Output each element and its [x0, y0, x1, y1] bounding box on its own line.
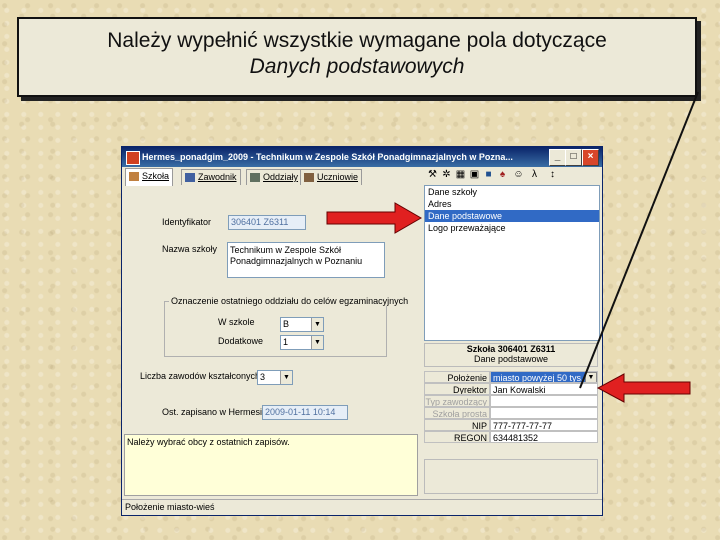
instruction-callout: Należy wypełnić wszystkie wymagane pola …: [17, 17, 697, 97]
tab-szkola-label: Szkoła: [142, 171, 170, 181]
tab-oddzialy[interactable]: Oddziały: [246, 169, 303, 185]
ost-zapis-field[interactable]: 2009-01-11 10:14: [262, 405, 348, 420]
message-box: Należy wybrać obcy z ostatnich zapisów.: [124, 434, 418, 496]
callout-line-2: Danych podstawowych: [249, 55, 465, 78]
prop-label: Szkoła prosta: [424, 407, 490, 419]
ost-zapis-label: Ost. zapisano w Hermesie: [162, 407, 268, 417]
tab-szkola[interactable]: Szkoła: [125, 168, 174, 186]
szkola-field: [490, 407, 598, 419]
tab-zawodnik-label: Zawodnik: [198, 172, 237, 182]
person-icon[interactable]: ☺: [513, 169, 524, 180]
liczba-zawodow-value: 3: [260, 372, 266, 382]
title-bar: Hermes_ponadgim_2009 - Technikum w Zespo…: [122, 147, 602, 167]
identyfikator-field[interactable]: 306401 Z6311: [228, 215, 306, 230]
regon-field[interactable]: 634481352: [490, 431, 598, 443]
dodatkowe-value: 1: [283, 337, 289, 347]
window-title: Hermes_ponadgim_2009 - Technikum w Zespo…: [142, 152, 513, 162]
tab-uczniowie-label: Uczniowie: [317, 172, 359, 182]
book-icon: [185, 173, 195, 182]
chevron-down-icon: ▼: [311, 318, 323, 331]
save-icon[interactable]: ■: [483, 169, 494, 180]
prop-label: NIP: [424, 419, 490, 431]
w-szkole-label: W szkole: [218, 317, 255, 327]
nip-field[interactable]: 777-777-77-77: [490, 419, 598, 431]
nazwa-szkoly-field[interactable]: Technikum w Zespole Szkół Ponadgimnazjal…: [227, 242, 385, 278]
liczba-zawodow-label: Liczba zawodów kształconych: [140, 371, 261, 381]
prop-label: Położenie: [424, 371, 490, 383]
pointer-line: [579, 91, 699, 389]
arrow-right-icon: [326, 202, 423, 234]
w-szkole-select[interactable]: B ▼: [280, 317, 324, 332]
liczba-zawodow-select[interactable]: 3 ▼: [257, 370, 293, 385]
tab-oddzialy-label: Oddziały: [263, 172, 299, 182]
binoculars-icon[interactable]: ♠: [497, 169, 508, 180]
exam-group-caption: Oznaczenie ostatniego oddziału do celów …: [169, 296, 411, 306]
prop-row-nip: NIP 777-777-77-77: [424, 419, 598, 431]
prop-row-szkola: Szkoła prosta: [424, 407, 598, 419]
chevron-down-icon: ▼: [280, 371, 292, 384]
grid-icon[interactable]: ▦: [455, 169, 466, 180]
tools-icon[interactable]: ⚒: [427, 169, 438, 180]
properties-description: [424, 459, 598, 494]
prop-row-regon: REGON 634481352: [424, 431, 598, 443]
tab-uczniowie[interactable]: Uczniowie: [300, 169, 363, 185]
dodatkowe-label: Dodatkowe: [218, 336, 264, 346]
school-icon: [129, 172, 139, 181]
prop-label: REGON: [424, 431, 490, 443]
sort-icon[interactable]: ↕: [547, 169, 558, 180]
tab-zawodnik[interactable]: Zawodnik: [181, 169, 241, 185]
app-icon: [126, 151, 140, 165]
exam-class-group: Oznaczenie ostatniego oddziału do celów …: [164, 296, 411, 357]
chevron-down-icon: ▼: [311, 336, 323, 349]
minimize-button[interactable]: _: [549, 149, 566, 166]
dodatkowe-select[interactable]: 1 ▼: [280, 335, 324, 350]
prop-label: Typ zawodzący: [424, 395, 490, 407]
lambda-icon[interactable]: λ: [529, 169, 540, 180]
panel-icon[interactable]: ▣: [469, 169, 480, 180]
identyfikator-label: Identyfikator: [162, 217, 212, 227]
nazwa-szkoly-label: Nazwa szkoły: [162, 244, 218, 254]
status-bar: Położenie miasto-wieś: [122, 499, 602, 515]
w-szkole-value: B: [283, 319, 290, 329]
wrench-icon[interactable]: ✲: [441, 169, 452, 180]
prop-label: Dyrektor: [424, 383, 490, 395]
callout-line-1: Należy wypełnić wszystkie wymagane pola …: [107, 29, 607, 52]
class-icon: [250, 173, 260, 182]
students-icon: [304, 173, 314, 182]
